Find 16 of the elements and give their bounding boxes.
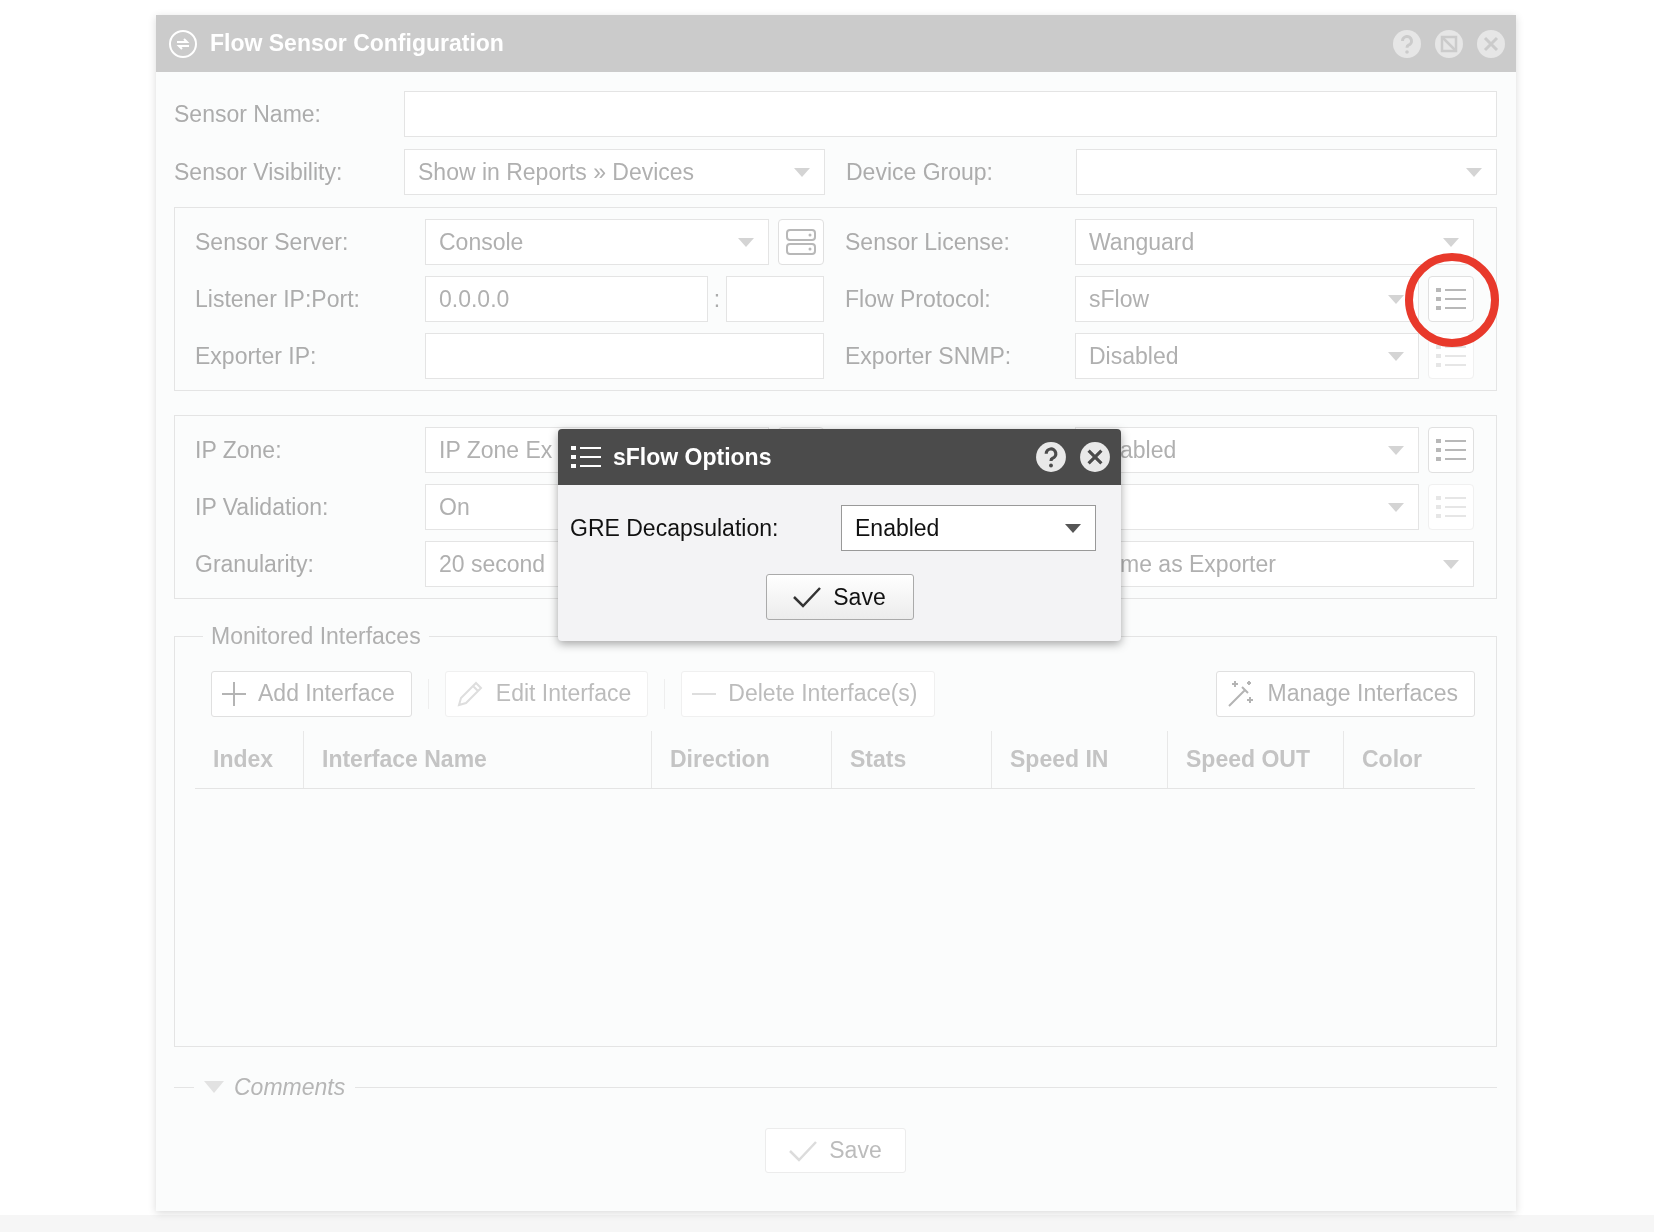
field-label: IP Validation: bbox=[195, 493, 330, 521]
field-label: GRE Decapsulation: bbox=[570, 514, 780, 542]
dialog-title: sFlow Options bbox=[613, 443, 773, 471]
section-legend: Monitored Interfaces bbox=[203, 623, 429, 650]
field-label: Device Group: bbox=[846, 158, 994, 186]
field-label: Listener IP:Port: bbox=[195, 285, 361, 313]
field-label: IP Zone: bbox=[195, 436, 283, 464]
field-label: Sensor Name: bbox=[174, 100, 322, 128]
field-label: Exporter SNMP: bbox=[845, 342, 1013, 370]
field-label: Exporter IP: bbox=[195, 342, 318, 370]
field-label: Granularity: bbox=[195, 550, 315, 578]
separator-text: : bbox=[712, 285, 722, 313]
field-label: Sensor Server: bbox=[195, 228, 350, 256]
field-label: Sensor License: bbox=[845, 228, 1011, 256]
field-label: Flow Protocol: bbox=[845, 285, 992, 313]
field-label: Sensor Visibility: bbox=[174, 158, 344, 186]
